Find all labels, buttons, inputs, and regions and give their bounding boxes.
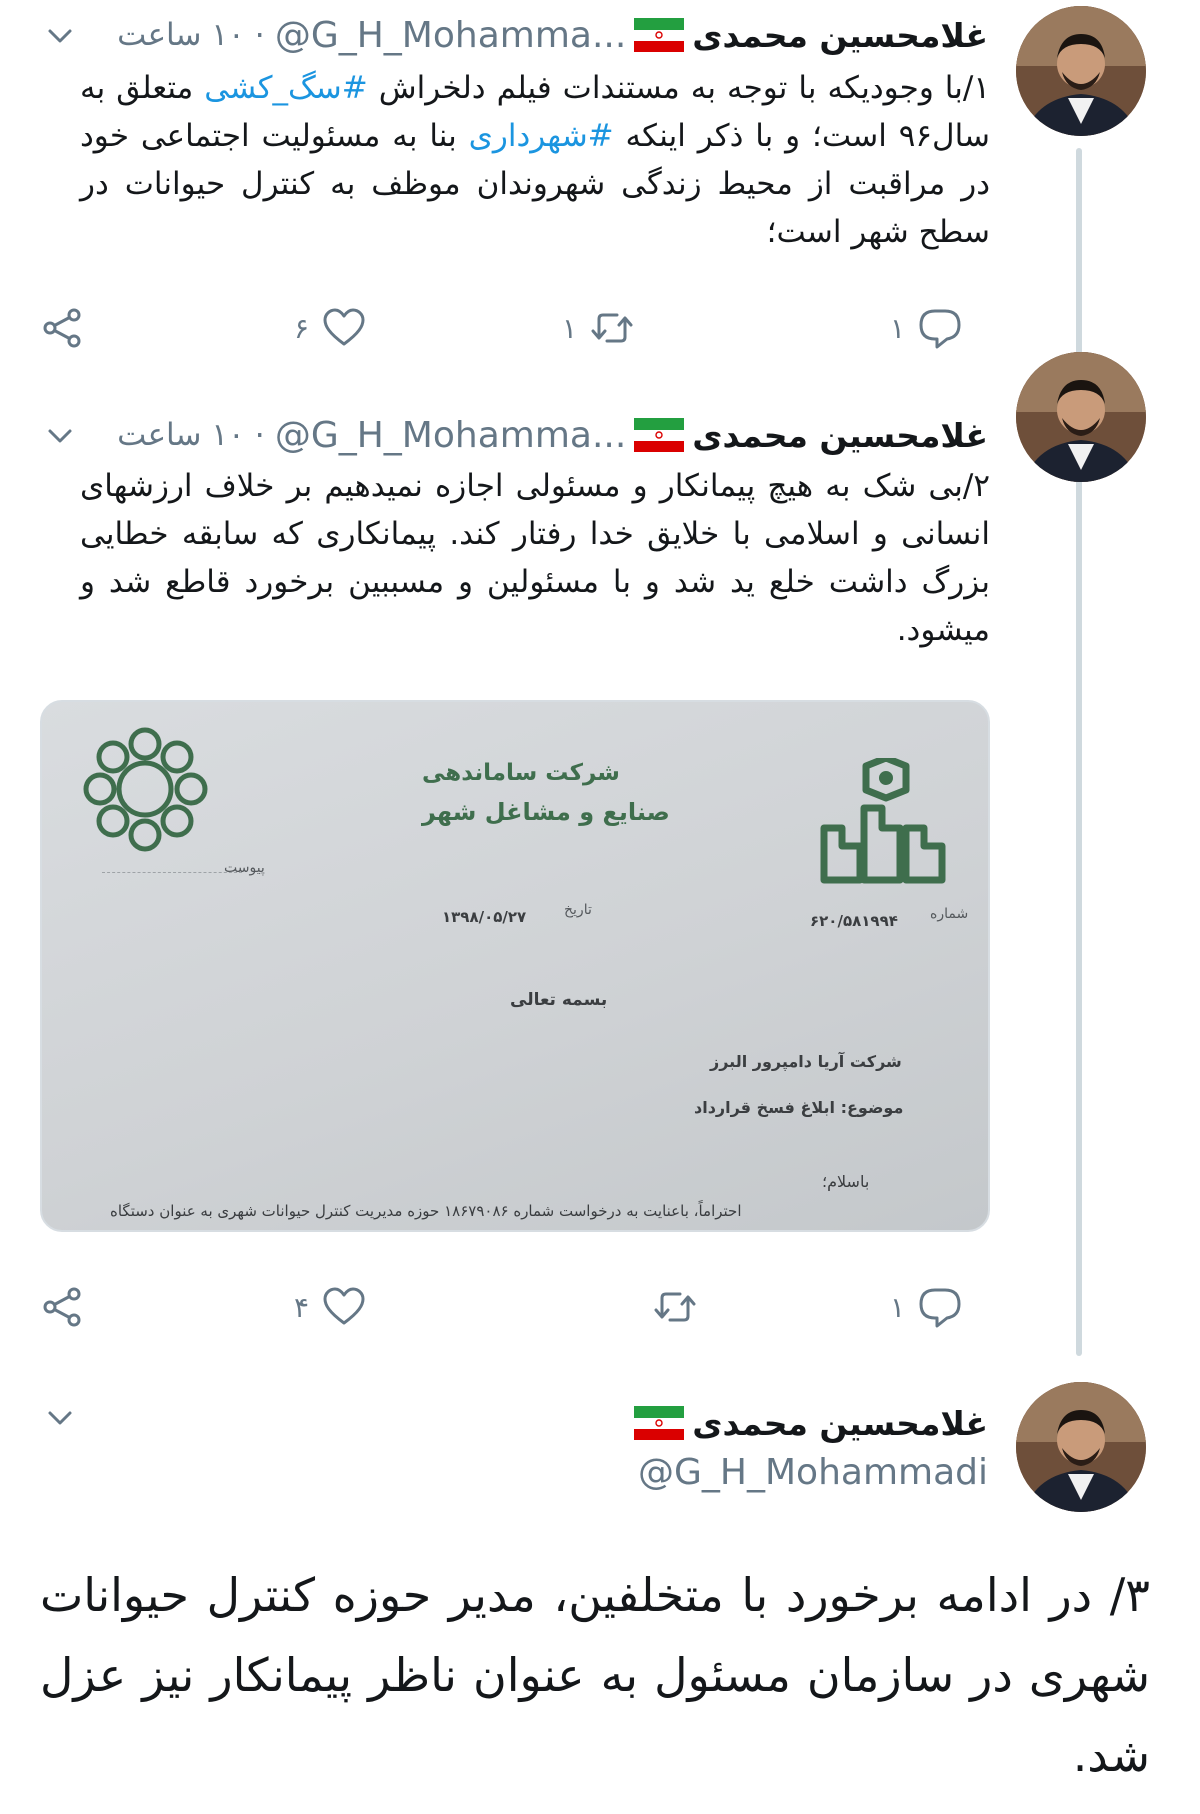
subject-text: موضوع: ابلاغ فسخ قرارداد: [694, 1098, 904, 1117]
hashtag-link[interactable]: #سگ_کشی: [204, 70, 367, 106]
retweet-button[interactable]: ۱: [562, 303, 635, 353]
letter-number: ۶۲۰/۵۸۱۹۹۴: [810, 912, 898, 930]
author-name[interactable]: غلامحسین محمدی: [692, 1404, 988, 1443]
author-name[interactable]: غلامحسین محمدی: [692, 16, 988, 55]
author-handle[interactable]: @G_H_Mohamma...: [275, 415, 626, 456]
tweet-actions: ۴ ۱: [40, 1282, 990, 1332]
avatar[interactable]: [1016, 6, 1146, 136]
like-count: ۴: [294, 1290, 310, 1324]
author-name[interactable]: غلامحسین محمدی: [692, 416, 988, 455]
separator-dot: ·: [254, 16, 265, 54]
share-button[interactable]: [40, 1282, 86, 1332]
reply-button[interactable]: ۱: [890, 303, 963, 353]
author-handle[interactable]: @G_H_Mohammadi: [638, 1452, 988, 1493]
attachment-line: [102, 872, 242, 873]
letter-body-text: احتراماً، باعنایت به درخواست شماره ۱۸۶۷۹…: [110, 1202, 742, 1220]
like-icon: [323, 1287, 365, 1325]
reply-icon: [919, 1288, 961, 1328]
iran-flag-icon: [634, 1406, 685, 1440]
letterhead-company-line-1: شرکت ساماندهی: [422, 760, 620, 786]
number-label: شماره: [930, 906, 969, 922]
tweet-time[interactable]: ۱۰ ساعت: [117, 417, 245, 453]
tweet-text: ۲/بی شک به هیچ پیمانکار و مسئولی اجازه ن…: [80, 468, 990, 648]
like-button[interactable]: ۴: [294, 1282, 367, 1332]
reply-count: ۱: [890, 1290, 906, 1324]
tweet-header: غلامحسین محمدی: [626, 1398, 988, 1448]
tweet-header: غلامحسین محمدی @G_H_Mohamma... · ۱۰ ساعت: [117, 410, 988, 460]
reply-button[interactable]: ۱: [890, 1282, 963, 1332]
tweet-text: ۱/با وجودیکه با توجه به مستندات فیلم دلخ…: [80, 64, 990, 256]
like-count: ۶: [294, 311, 310, 345]
letter-date: ۱۳۹۸/۰۵/۲۷: [442, 908, 527, 926]
share-button[interactable]: [40, 303, 86, 353]
chevron-down-icon[interactable]: [42, 1400, 78, 1436]
recipient-text: شرکت آریا دامپرور البرز: [710, 1052, 902, 1071]
bismillah-text: بسمه تعالی: [510, 990, 608, 1010]
tweet-text: ۳/ در ادامه برخورد با متخلفین، مدیر حوزه…: [40, 1568, 1150, 1782]
date-label: تاریخ: [564, 902, 592, 918]
reply-count: ۱: [890, 311, 906, 345]
share-icon: [43, 1287, 81, 1327]
retweet-count: ۱: [562, 311, 578, 345]
attachment-label: پیوست: [224, 860, 265, 876]
text-part: ۱/با وجودیکه با توجه به مستندات فیلم دلخ…: [367, 70, 990, 106]
samandehi-logo: [820, 758, 946, 884]
iran-flag-icon: [634, 418, 685, 452]
reply-icon: [919, 309, 961, 349]
tweet-header: غلامحسین محمدی @G_H_Mohamma... · ۱۰ ساعت: [117, 10, 988, 60]
avatar[interactable]: [1016, 1382, 1146, 1512]
share-icon: [43, 308, 81, 348]
greeting-text: باسلام؛: [822, 1172, 870, 1191]
retweet-button[interactable]: [640, 1282, 698, 1332]
like-button[interactable]: ۶: [294, 303, 367, 353]
tweet-time[interactable]: ۱۰ ساعت: [117, 17, 245, 53]
avatar[interactable]: [1016, 352, 1146, 482]
tweet-media-image[interactable]: شرکت ساماندهی صنایع و مشاغل شهر پیوست ۱۳…: [40, 700, 990, 1232]
thread-connector-line: [1076, 148, 1082, 1356]
retweet-icon: [591, 313, 633, 343]
hashtag-link[interactable]: #شهرداری: [469, 118, 614, 154]
iran-flag-icon: [634, 18, 685, 52]
like-icon: [323, 308, 365, 346]
separator-dot: ·: [254, 416, 265, 454]
chevron-down-icon[interactable]: [42, 18, 78, 54]
letterhead-company-line-2: صنایع و مشاغل شهر: [422, 798, 670, 826]
chevron-down-icon[interactable]: [42, 418, 78, 454]
tweet-actions: ۶ ۱ ۱: [40, 303, 990, 353]
retweet-icon: [654, 1292, 696, 1322]
tehran-municipality-logo: [83, 727, 208, 852]
author-handle[interactable]: @G_H_Mohamma...: [275, 15, 626, 56]
